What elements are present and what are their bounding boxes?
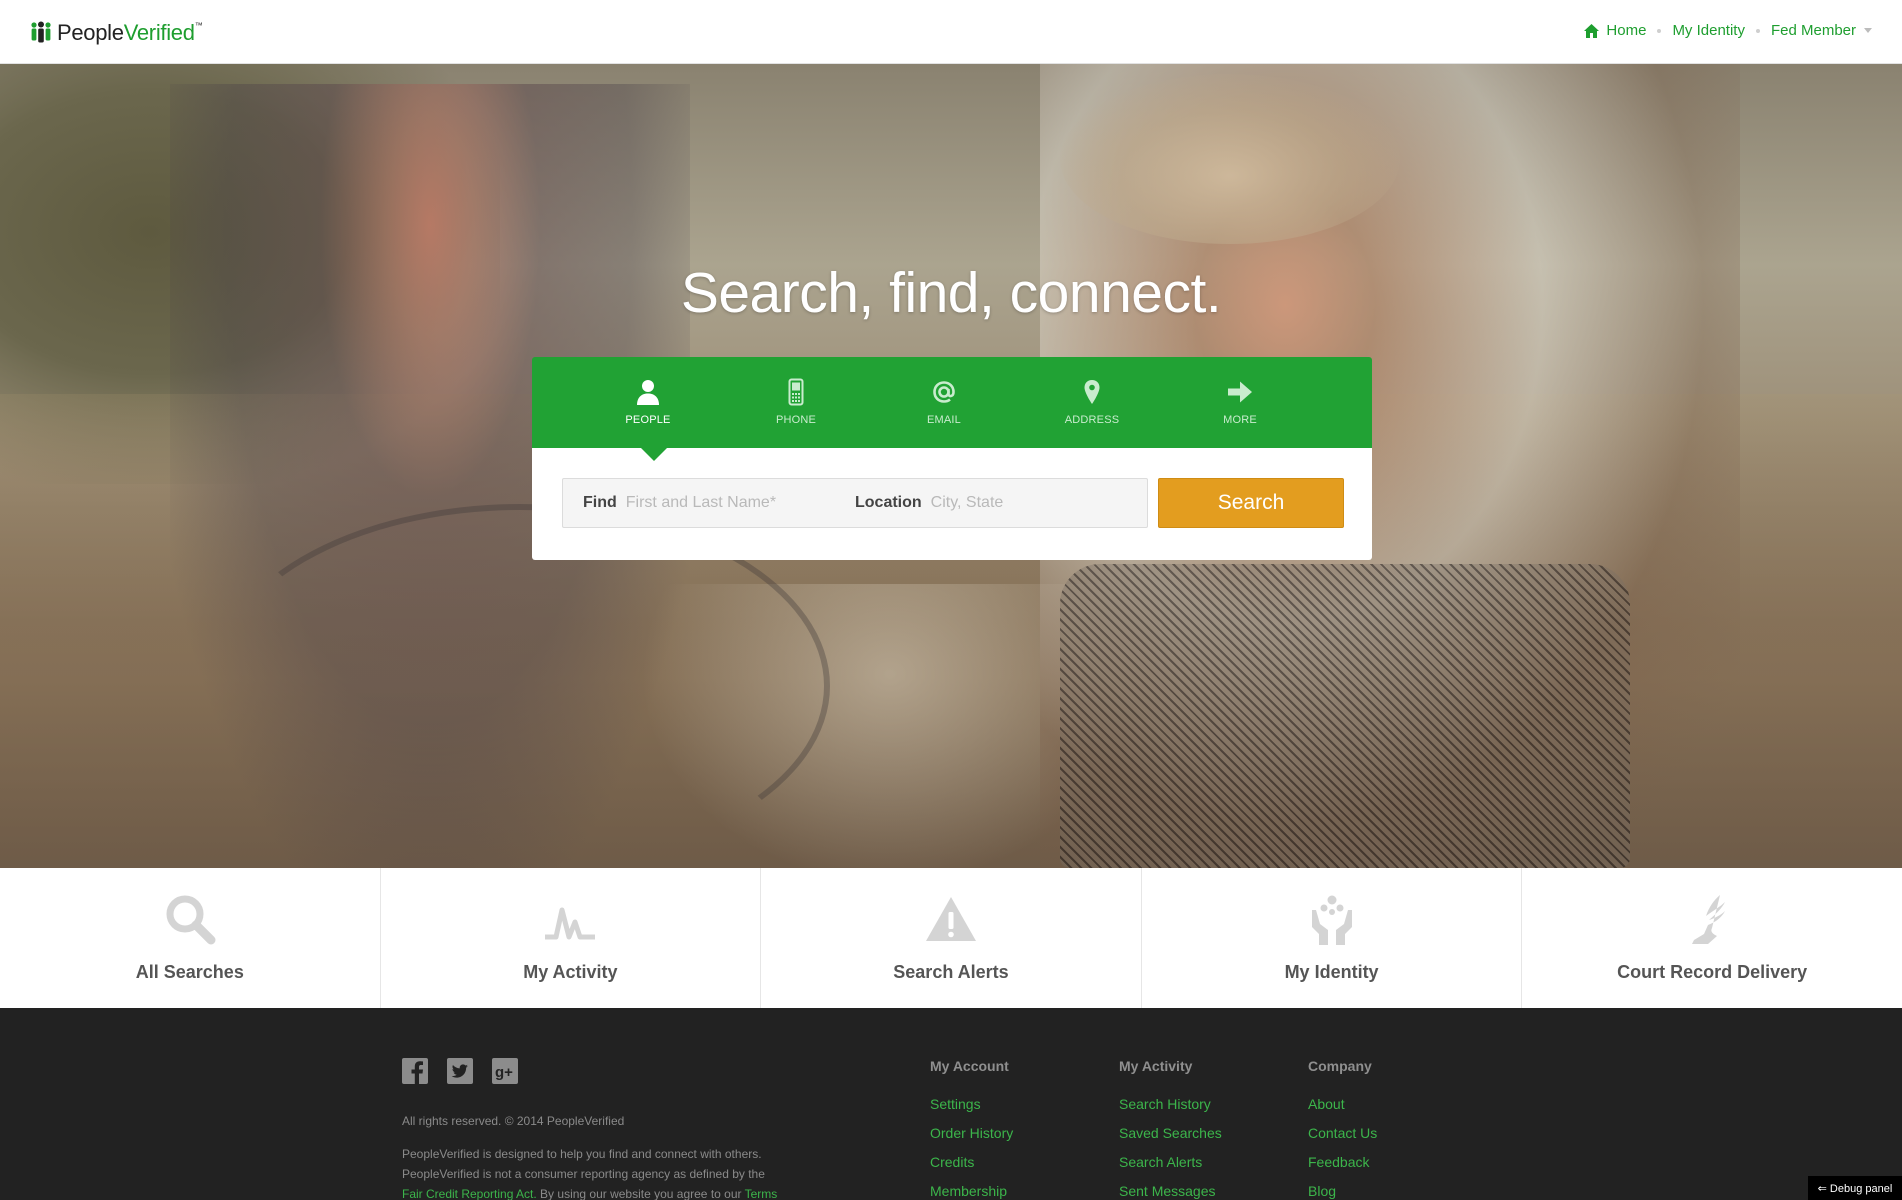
footer-link-contact-us[interactable]: Contact Us [1308,1125,1377,1154]
tab-address-label: ADDRESS [1064,414,1120,426]
warning-icon [925,897,976,941]
winged-foot-icon [1692,895,1726,944]
nav-home-link[interactable]: Home [1584,22,1646,39]
nav-account-label: Fed Member [1770,22,1856,39]
person-icon [637,380,659,405]
social-links: g+ [402,1058,537,1084]
tab-people[interactable]: PEOPLE [574,357,722,448]
tab-phone[interactable]: PHONE [722,357,870,448]
tab-email[interactable]: EMAIL [870,357,1018,448]
footer-column-title: Company [1308,1058,1372,1074]
at-icon [933,381,955,403]
nav-my-identity-link[interactable]: My Identity [1672,22,1745,39]
feature-tiles: All Searches My Activity Search Alerts M… [0,868,1902,1008]
nav-my-identity-label: My Identity [1672,22,1745,39]
tile-all-searches-label: All Searches [135,962,244,982]
footer-link-order-history[interactable]: Order History [930,1125,1013,1154]
tile-my-identity[interactable]: My Identity [1142,868,1523,1008]
search-input-group: Find First and Last Name* Location City,… [562,478,1148,528]
tile-all-searches[interactable]: All Searches [0,868,381,1008]
footer-column-title: My Activity [1119,1058,1193,1074]
find-name-input[interactable]: First and Last Name* [626,494,776,512]
disclaimer-line-2: PeopleVerified is not a consumer reporti… [402,1167,765,1181]
hero-photo-basket [1060,564,1630,868]
tile-court-record-delivery[interactable]: Court Record Delivery [1522,868,1902,1008]
hero-photo-hat [1060,74,1400,244]
location-label: Location [855,494,922,511]
map-pin-icon [1084,380,1100,404]
logo[interactable]: People Verified ™ [30,18,203,48]
footer-link-membership[interactable]: Membership [930,1183,1013,1200]
disclaimer-text: PeopleVerified is designed to help you f… [402,1144,822,1200]
hero-headline: Search, find, connect. [680,261,1222,325]
tile-court-record-delivery-label: Court Record Delivery [1617,962,1808,982]
nav-separator [1657,28,1662,33]
search-form-panel: Find First and Last Name* Location City,… [532,448,1372,560]
logo-word-people: People [57,20,124,45]
tab-more[interactable]: MORE [1166,357,1314,448]
chevron-down-icon [1864,28,1872,33]
footer-link-search-alerts[interactable]: Search Alerts [1119,1154,1222,1183]
magnifier-icon [166,895,216,945]
find-label: Find [583,494,617,511]
svg-text:g+: g+ [495,1064,513,1081]
identity-hands-icon [1311,895,1352,945]
footer-link-blog[interactable]: Blog [1308,1183,1377,1200]
search-type-tabs: PEOPLE PHONE EMAIL ADDRESS MORE [532,357,1372,448]
facebook-icon[interactable] [402,1058,428,1084]
location-input[interactable]: City, State [931,494,1004,512]
active-tab-pointer [640,447,668,461]
tab-phone-label: PHONE [775,414,817,426]
tab-address[interactable]: ADDRESS [1018,357,1166,448]
tab-email-label: EMAIL [926,414,961,426]
site-footer: g+ All rights reserved. © 2014 PeopleVer… [0,1008,1902,1200]
arrow-right-icon [1228,381,1252,403]
logo-trademark: ™ [194,21,203,30]
tab-more-label: MORE [1223,414,1257,426]
tile-search-alerts-label: Search Alerts [893,962,1009,982]
debug-panel-toggle[interactable]: ⇐ Debug panel [1808,1176,1902,1200]
copyright-text: All rights reserved. © 2014 PeopleVerifi… [402,1114,625,1128]
top-nav: Home My Identity Fed Member [1584,22,1872,39]
footer-link-feedback[interactable]: Feedback [1308,1154,1377,1183]
fcra-link[interactable]: Fair Credit Reporting Act. [402,1187,537,1200]
tile-my-identity-label: My Identity [1284,962,1379,982]
footer-column-title: My Account [930,1058,1009,1074]
google-plus-icon[interactable]: g+ [492,1058,518,1084]
hero-banner: Search, find, connect. PEOPLE PHONE EMAI… [0,64,1902,868]
footer-link-credits[interactable]: Credits [930,1154,1013,1183]
nav-separator [1755,28,1760,33]
tile-my-activity[interactable]: My Activity [381,868,762,1008]
footer-link-sent-messages[interactable]: Sent Messages [1119,1183,1222,1200]
footer-link-settings[interactable]: Settings [930,1096,1013,1125]
footer-column-company: Company About Contact Us Feedback Blog [1308,1058,1377,1200]
tile-search-alerts[interactable]: Search Alerts [761,868,1142,1008]
footer-column-my-activity: My Activity Search History Saved Searche… [1119,1058,1222,1200]
search-widget: PEOPLE PHONE EMAIL ADDRESS MORE Find Fir… [532,357,1372,560]
search-button[interactable]: Search [1158,478,1344,528]
footer-link-search-history[interactable]: Search History [1119,1096,1222,1125]
footer-link-about[interactable]: About [1308,1096,1377,1125]
people-logo-icon [31,21,51,43]
disclaimer-line-1: PeopleVerified is designed to help you f… [402,1147,762,1161]
top-header: People Verified ™ Home My Identity Fed M… [0,0,1902,64]
nav-account-dropdown[interactable]: Fed Member [1771,22,1872,39]
location-field[interactable]: Location City, State [835,494,1003,512]
nav-home-label: Home [1606,22,1647,39]
tab-people-label: PEOPLE [625,414,671,426]
disclaimer-line-3: By using our website you agree to our [536,1187,745,1200]
footer-column-my-account: My Account Settings Order History Credit… [930,1058,1013,1200]
twitter-icon[interactable] [447,1058,473,1084]
logo-word-verified: Verified [123,20,195,45]
activity-icon [545,907,596,940]
phone-icon [788,378,804,406]
terms-link[interactable]: Terms [745,1187,778,1200]
footer-link-saved-searches[interactable]: Saved Searches [1119,1125,1222,1154]
tile-my-activity-label: My Activity [523,962,618,982]
home-icon [1584,23,1600,38]
find-field[interactable]: Find First and Last Name* [563,494,835,512]
